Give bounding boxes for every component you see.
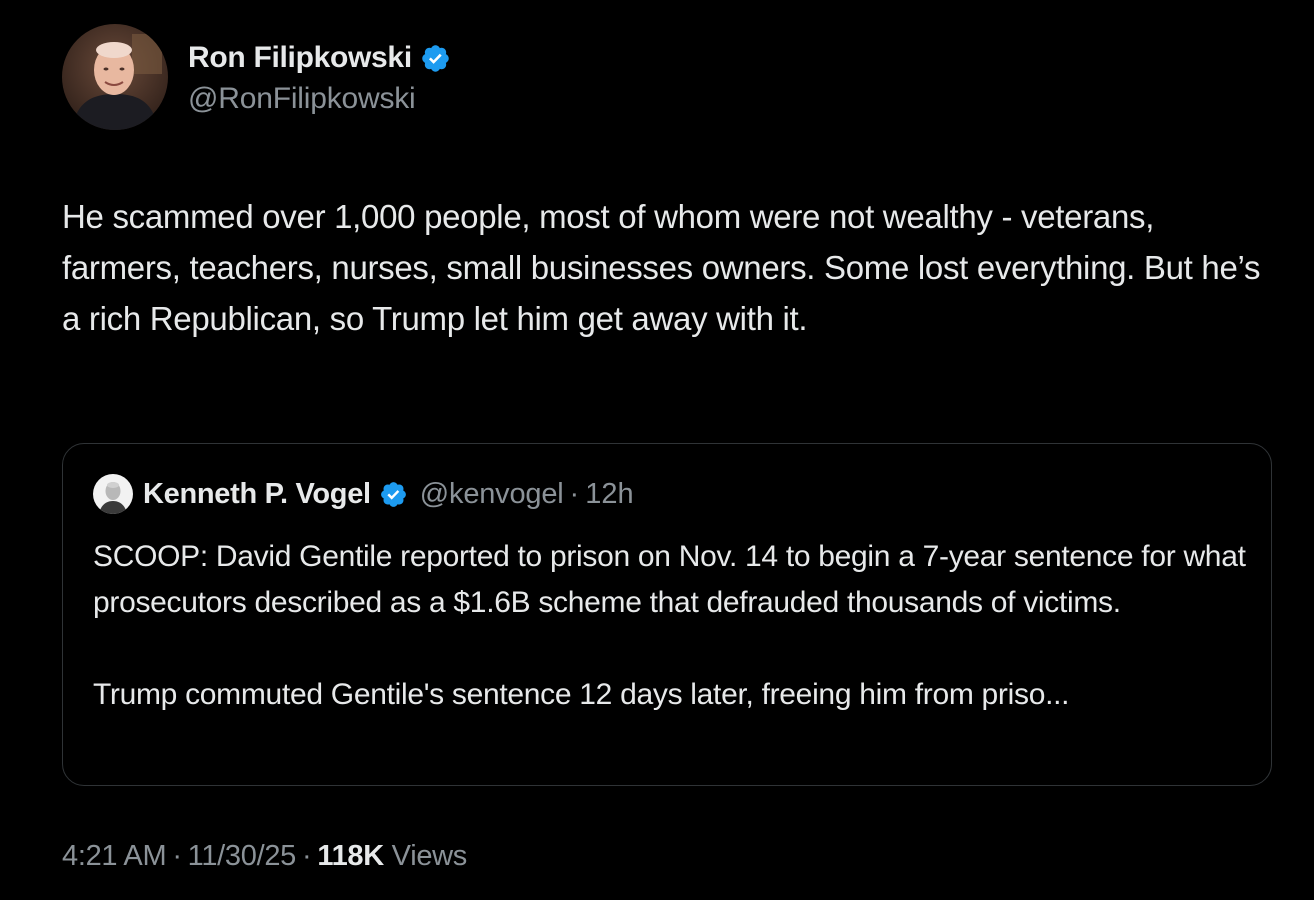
quoted-tweet-text: SCOOP: David Gentile reported to prison … <box>93 534 1253 718</box>
quoted-author-handle: @kenvogel <box>419 477 564 510</box>
tweet-meta: 4:21 AM · 11/30/25 · 118K Views <box>62 840 467 873</box>
author-handle[interactable]: @RonFilipkowski <box>188 82 451 116</box>
tweet-text: He scammed over 1,000 people, most of wh… <box>62 198 1261 337</box>
tweet-header: Ron Filipkowski @RonFilipkowski <box>62 24 451 130</box>
author-avatar[interactable] <box>62 24 168 130</box>
views-count[interactable]: 118K <box>317 840 384 872</box>
quoted-timestamp: 12h <box>585 477 634 510</box>
author-display-name[interactable]: Ron Filipkowski <box>188 41 412 75</box>
tweet: Ron Filipkowski @RonFilipkowski He scamm… <box>0 0 1314 900</box>
tweet-date[interactable]: 11/30/25 <box>188 840 297 872</box>
quoted-tweet[interactable]: Kenneth P. Vogel @kenvogel · 12h SCOOP: … <box>62 443 1272 786</box>
verified-badge-icon <box>379 480 408 509</box>
tweet-time[interactable]: 4:21 AM <box>62 840 167 872</box>
quoted-tweet-header: Kenneth P. Vogel @kenvogel · 12h <box>93 474 634 514</box>
verified-badge-icon[interactable] <box>420 43 451 74</box>
quoted-author-name: Kenneth P. Vogel <box>143 477 371 510</box>
meta-separator: · <box>172 840 182 872</box>
quoted-paragraph: Trump commuted Gentile's sentence 12 day… <box>93 678 1070 711</box>
meta-separator: · <box>302 840 312 872</box>
quoted-author-avatar <box>93 474 133 514</box>
author-info: Ron Filipkowski @RonFilipkowski <box>188 24 451 116</box>
views-label: Views <box>391 840 468 872</box>
author-name-row: Ron Filipkowski <box>188 38 451 78</box>
quoted-paragraph: SCOOP: David Gentile reported to prison … <box>93 540 1246 619</box>
quoted-separator: · <box>569 477 580 510</box>
